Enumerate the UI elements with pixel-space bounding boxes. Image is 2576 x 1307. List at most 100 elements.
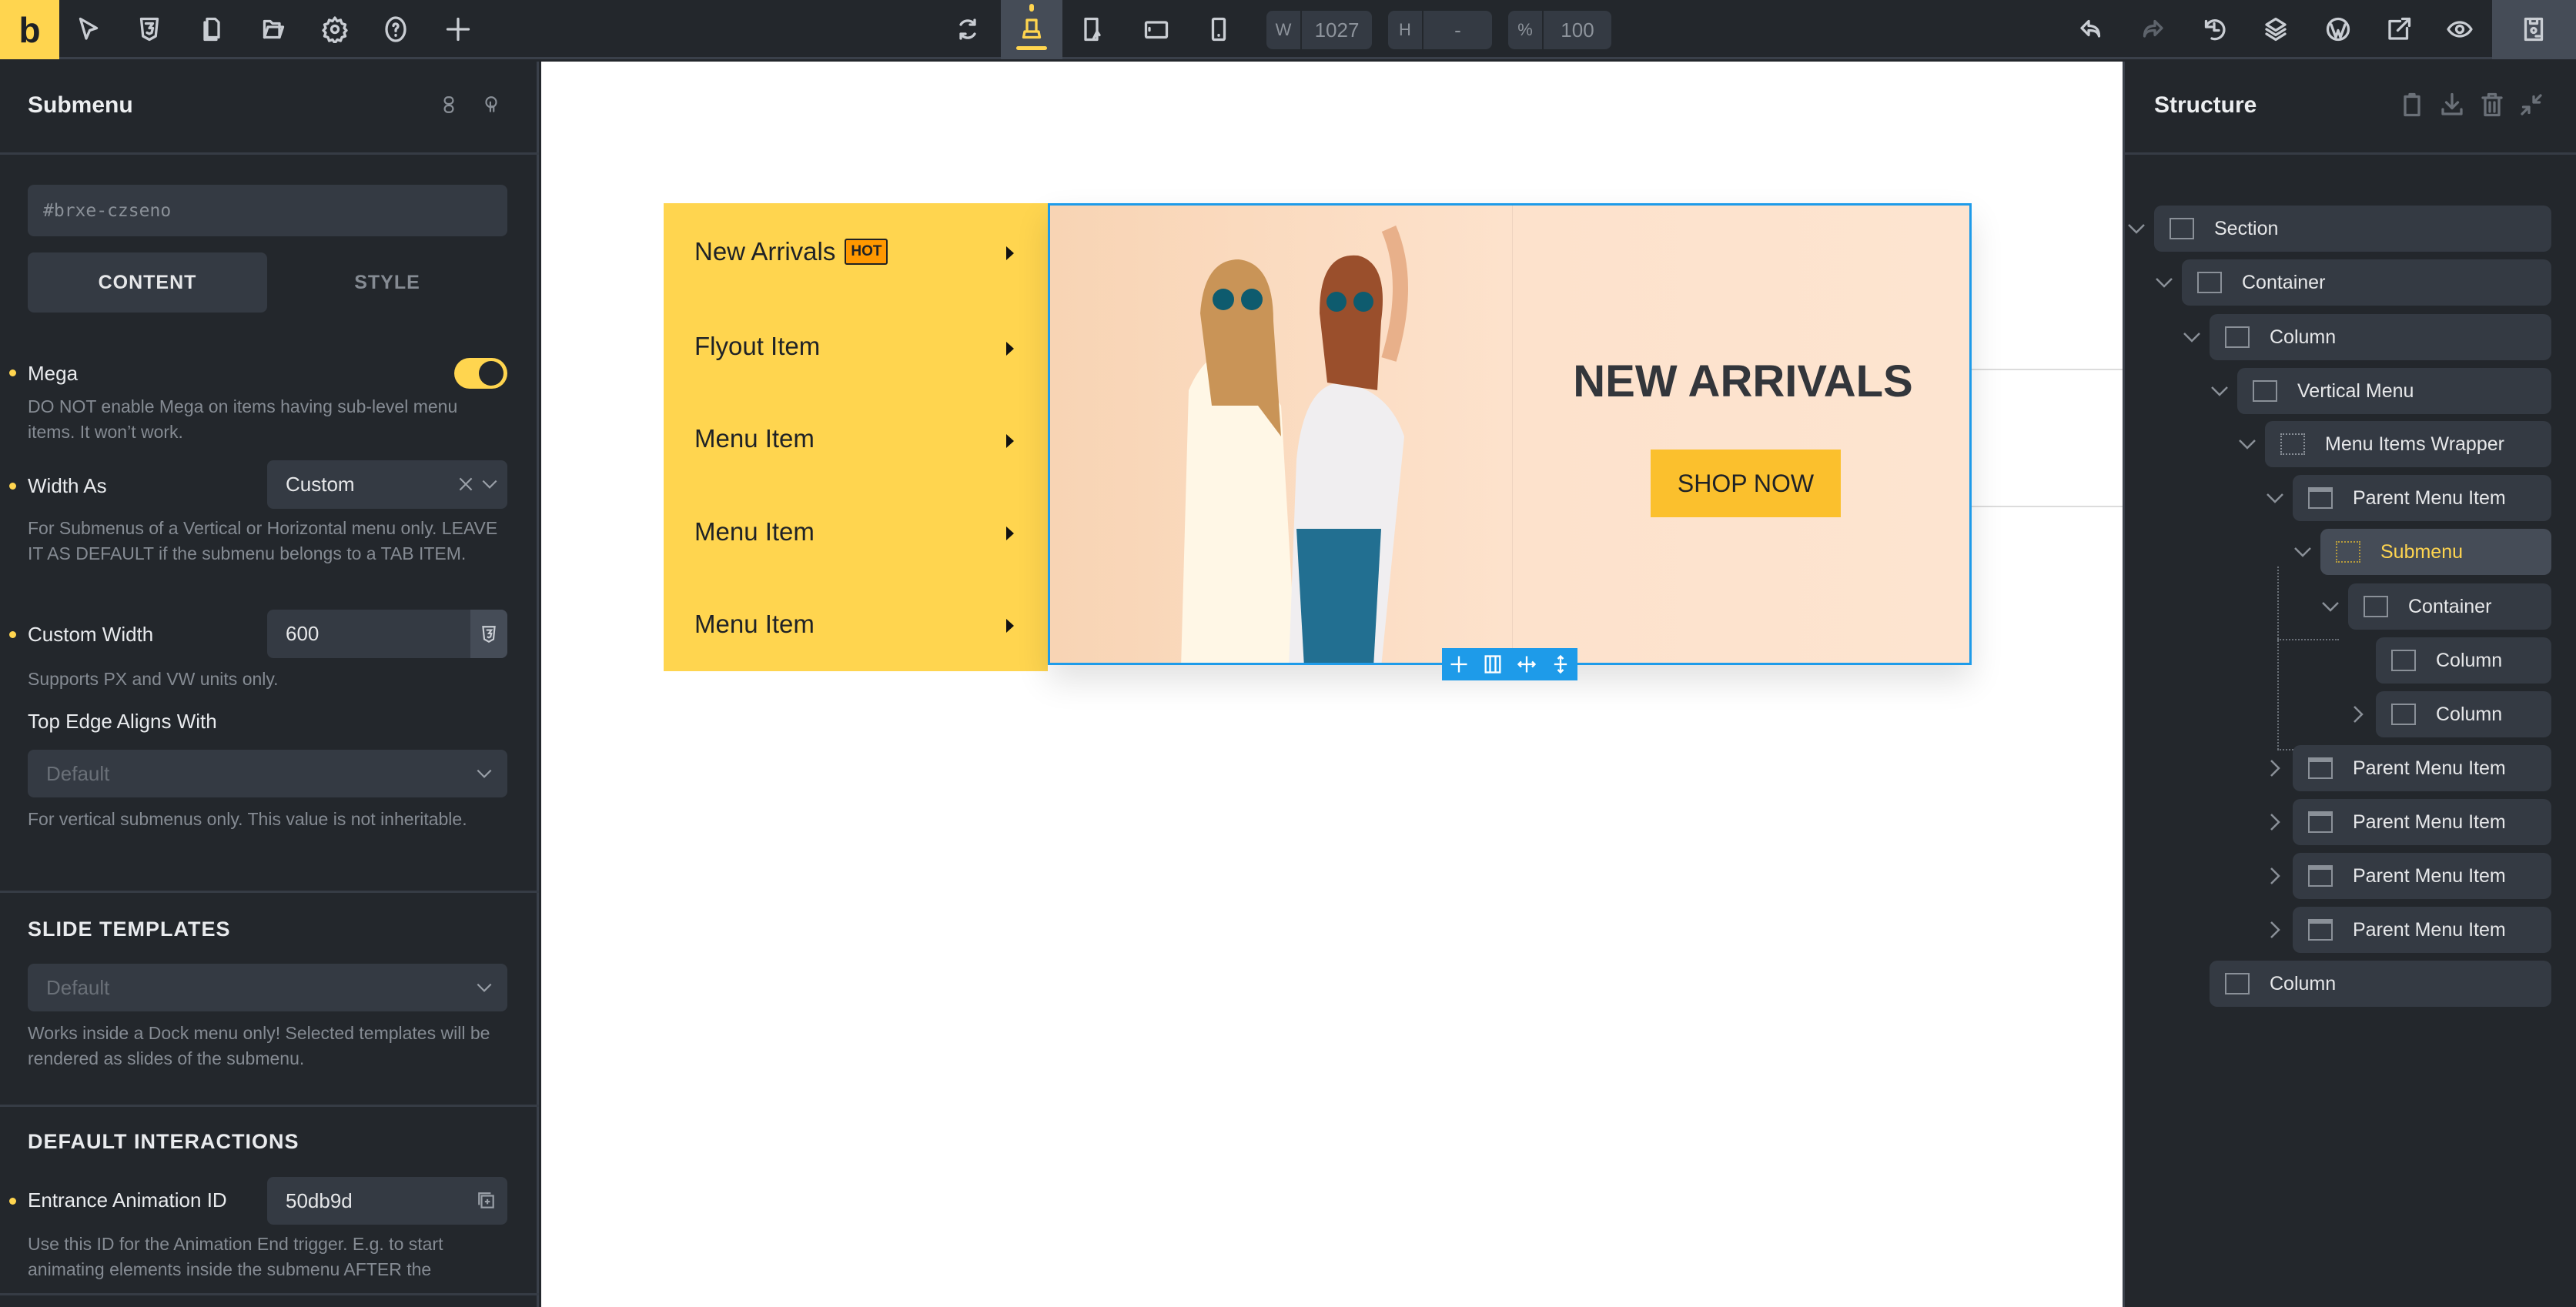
copy-icon[interactable] — [477, 1191, 497, 1216]
chevron-down-icon[interactable] — [2125, 217, 2148, 240]
menu-item[interactable]: Menu Item — [694, 424, 815, 453]
save-button[interactable] — [2492, 0, 2576, 59]
select-cursor-icon[interactable] — [73, 14, 104, 45]
menu-item[interactable]: Menu Item — [694, 610, 815, 639]
toggle-icon[interactable] — [433, 89, 464, 120]
height-field[interactable]: H- — [1388, 11, 1492, 49]
help-icon[interactable] — [380, 14, 411, 45]
chevron-down-icon[interactable] — [2236, 433, 2259, 456]
structure-item[interactable]: Column — [2210, 961, 2551, 1007]
preview-eye-icon[interactable] — [2444, 14, 2475, 45]
hot-badge: HOT — [845, 239, 888, 265]
chevron-down-icon[interactable] — [480, 474, 500, 500]
folder-icon[interactable] — [257, 14, 288, 45]
divider — [2125, 152, 2576, 155]
structure-item[interactable]: Parent Menu Item — [2293, 475, 2551, 521]
slide-templates-select[interactable]: Default — [28, 964, 507, 1011]
resize-horizontal-icon[interactable] — [1516, 654, 1537, 675]
external-link-icon[interactable] — [2384, 14, 2414, 45]
structure-item[interactable]: Submenu — [2320, 529, 2551, 575]
mega-label: Mega — [28, 362, 79, 385]
custom-width-input[interactable]: 600 — [267, 610, 507, 658]
chevron-right-icon[interactable] — [2263, 918, 2287, 941]
download-icon[interactable] — [2437, 89, 2467, 120]
active-indicator-dot — [1029, 4, 1034, 12]
breakpoint-desktop-button[interactable] — [1001, 0, 1062, 59]
shop-now-button[interactable]: SHOP NOW — [1651, 450, 1841, 517]
width-value[interactable]: 1027 — [1302, 18, 1372, 42]
caret-right-icon — [1006, 526, 1014, 540]
structure-item[interactable]: Parent Menu Item — [2293, 907, 2551, 953]
plus-icon[interactable] — [443, 14, 473, 45]
layers-icon[interactable] — [2260, 14, 2291, 45]
structure-item[interactable]: Menu Items Wrapper — [2265, 421, 2551, 467]
bricks-logo[interactable]: b — [0, 0, 59, 59]
structure-item[interactable]: Parent Menu Item — [2293, 745, 2551, 791]
zoom-key: % — [1508, 11, 1544, 49]
chevron-down-icon[interactable] — [2180, 326, 2203, 349]
undo-icon[interactable] — [2076, 14, 2106, 45]
chevron-down-icon[interactable] — [2153, 271, 2176, 294]
pages-icon[interactable] — [196, 14, 227, 45]
chevron-right-icon[interactable] — [2263, 864, 2287, 887]
tab-style[interactable]: STYLE — [267, 252, 507, 313]
mega-toggle[interactable] — [454, 358, 507, 389]
trash-icon[interactable] — [2477, 89, 2507, 120]
structure-item-label: Column — [2270, 972, 2337, 994]
zoom-field[interactable]: % 100 — [1508, 11, 1611, 49]
tablet-icon[interactable] — [1141, 14, 1172, 45]
clipboard-icon[interactable] — [2397, 89, 2427, 120]
chevron-down-icon[interactable] — [474, 764, 494, 789]
caret-right-icon — [1006, 434, 1014, 448]
submenu-banner[interactable]: NEW ARRIVALS SHOP NOW — [1048, 203, 1972, 665]
chevron-right-icon[interactable] — [2263, 757, 2287, 780]
gear-icon[interactable] — [319, 14, 350, 45]
chevron-right-icon[interactable] — [2347, 703, 2370, 726]
structure-item[interactable]: Vertical Menu — [2237, 368, 2551, 414]
builder-canvas[interactable]: New Arrivals HOT Flyout Item Menu Item Me… — [541, 62, 2123, 1307]
element-id-field[interactable]: #brxe-czseno — [28, 185, 507, 236]
menu-item[interactable]: Menu Item — [694, 517, 815, 547]
chevron-down-icon[interactable] — [2263, 486, 2287, 510]
resize-vertical-icon[interactable] — [1550, 654, 1571, 675]
clear-icon[interactable] — [456, 474, 476, 500]
structure-item[interactable]: Container — [2182, 259, 2551, 306]
default-interactions-heading: DEFAULT INTERACTIONS — [28, 1130, 299, 1153]
top-edge-select[interactable]: Default — [28, 750, 507, 797]
structure-item[interactable]: Column — [2376, 691, 2551, 737]
chevron-down-icon[interactable] — [2291, 540, 2314, 563]
columns-icon[interactable] — [1482, 654, 1504, 675]
height-value[interactable]: - — [1423, 18, 1492, 42]
structure-item[interactable]: Parent Menu Item — [2293, 853, 2551, 899]
structure-item-label: Section — [2214, 217, 2279, 239]
tab-content[interactable]: CONTENT — [28, 252, 267, 313]
wrapper-icon — [2280, 433, 2305, 455]
structure-item[interactable]: Container — [2348, 583, 2551, 630]
interactions-icon[interactable] — [476, 89, 507, 120]
chevron-down-icon[interactable] — [2208, 379, 2231, 403]
mobile-icon[interactable] — [1203, 14, 1234, 45]
history-icon[interactable] — [2199, 14, 2230, 45]
chevron-right-icon[interactable] — [2263, 811, 2287, 834]
structure-item-label: Container — [2242, 271, 2326, 293]
menu-item-new-arrivals[interactable]: New Arrivals HOT — [694, 237, 888, 266]
tablet-landscape-icon[interactable] — [1077, 14, 1108, 45]
width-field[interactable]: W 1027 — [1266, 11, 1372, 49]
chevron-down-icon[interactable] — [474, 978, 494, 1003]
add-icon[interactable] — [1448, 654, 1470, 675]
structure-item[interactable]: Column — [2376, 637, 2551, 684]
structure-item[interactable]: Column — [2210, 314, 2551, 360]
refresh-icon[interactable] — [952, 14, 983, 45]
collapse-icon[interactable] — [2516, 89, 2547, 120]
css-unit-button[interactable] — [470, 610, 507, 658]
width-as-select[interactable]: Custom — [267, 460, 507, 509]
entrance-animation-id-field[interactable]: 50db9d — [267, 1177, 507, 1225]
chevron-down-icon[interactable] — [2319, 595, 2342, 618]
structure-item[interactable]: Parent Menu Item — [2293, 799, 2551, 845]
zoom-value[interactable]: 100 — [1544, 18, 1611, 42]
menu-item-flyout[interactable]: Flyout Item — [694, 332, 820, 361]
css3-icon[interactable] — [134, 14, 165, 45]
redo-icon[interactable] — [2137, 14, 2168, 45]
structure-item[interactable]: Section — [2154, 206, 2551, 252]
wordpress-icon[interactable] — [2323, 14, 2354, 45]
